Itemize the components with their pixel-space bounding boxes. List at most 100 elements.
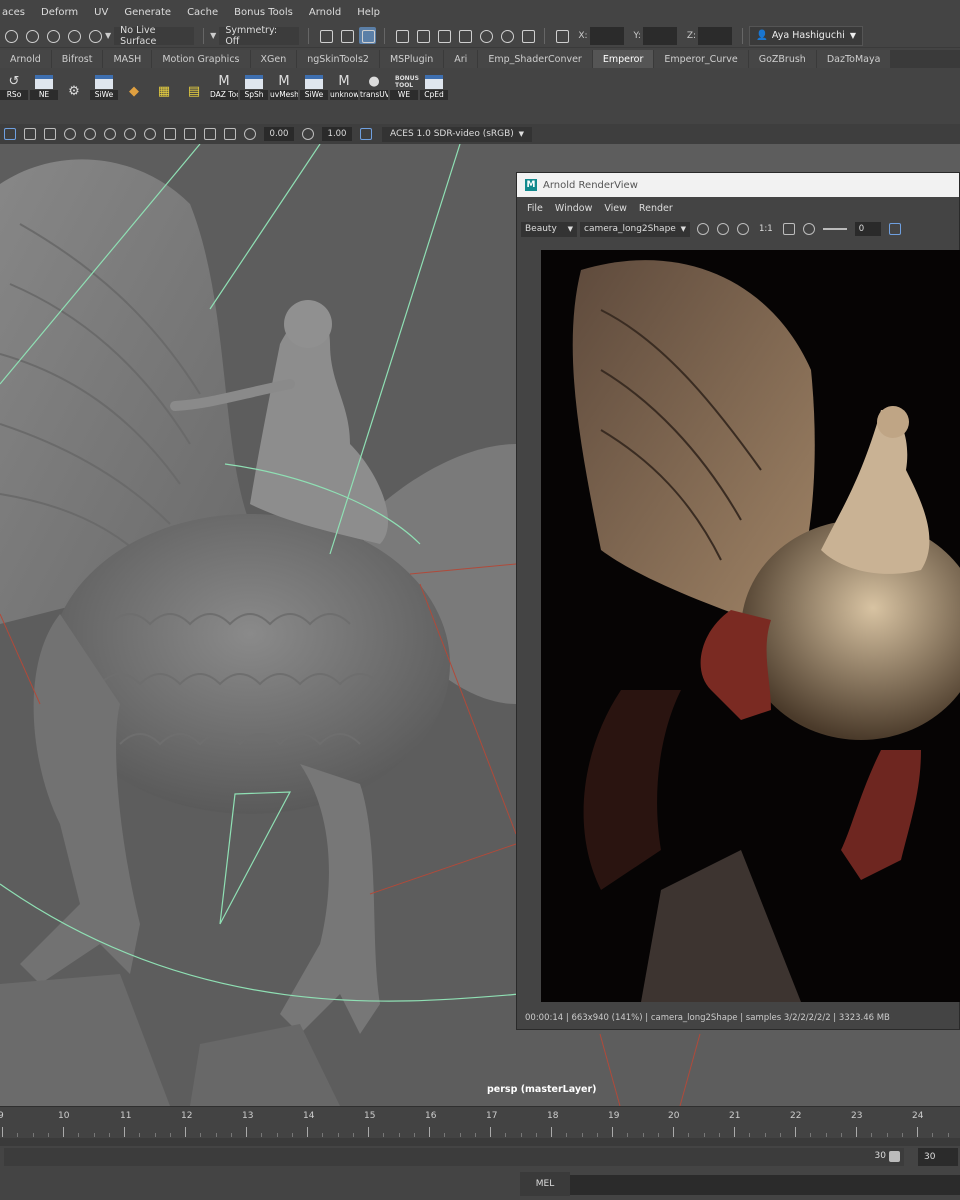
y-field[interactable] <box>642 26 677 45</box>
shelf-button-settings[interactable]: ⚙ <box>60 70 88 100</box>
rv-menu-view[interactable]: View <box>598 203 633 214</box>
rv-menu-window[interactable]: Window <box>549 203 598 214</box>
snap-curve-icon[interactable] <box>44 27 61 44</box>
range-handle[interactable] <box>889 1151 900 1162</box>
shelf-button-uvmesh[interactable]: MuvMesh <box>270 70 298 100</box>
crop-region-icon[interactable] <box>782 223 795 235</box>
tab-emp-shaderconver[interactable]: Emp_ShaderConver <box>478 50 592 68</box>
render-current-icon[interactable] <box>338 27 355 44</box>
shelf-button-bonus-we[interactable]: BONUS TOOL WE <box>390 70 419 100</box>
menu-cache[interactable]: Cache <box>179 7 226 18</box>
ipr-render-icon[interactable] <box>359 27 377 44</box>
gamma-field[interactable]: 1.00 <box>322 127 352 141</box>
x-field[interactable] <box>589 26 624 45</box>
shelf-button-unknown[interactable]: Munknow <box>330 70 358 100</box>
tab-msplugin[interactable]: MSPlugin <box>379 50 444 68</box>
resolution-gate-icon[interactable] <box>224 128 236 140</box>
tab-motion-graphics[interactable]: Motion Graphics <box>152 50 250 68</box>
dropdown-arrow-icon[interactable]: ▼ <box>105 31 111 40</box>
symmetry-dropdown[interactable]: Symmetry: Off <box>219 25 300 47</box>
command-input[interactable] <box>570 1175 960 1195</box>
tab-emperor[interactable]: Emperor <box>592 50 654 68</box>
menu-surfaces[interactable]: aces <box>0 7 33 18</box>
script-language-button[interactable]: MEL <box>520 1172 570 1196</box>
render-start-icon[interactable] <box>697 223 709 235</box>
tab-daztomaya[interactable]: DazToMaya <box>816 50 891 68</box>
aov-dropdown[interactable]: Beauty ▼ <box>521 221 577 237</box>
ratio-button[interactable]: 1:1 <box>759 224 773 234</box>
exposure-icon[interactable] <box>802 223 815 235</box>
render-settings-icon[interactable] <box>456 27 473 44</box>
smooth-shade-icon[interactable] <box>24 128 36 140</box>
shadows-icon[interactable] <box>84 128 96 140</box>
camera-dropdown[interactable]: camera_long2Shape ▼ <box>580 221 690 237</box>
color-space-dropdown[interactable]: ACES 1.0 SDR-video (sRGB) ▼ <box>382 126 532 142</box>
render-region-icon[interactable] <box>317 27 334 44</box>
hypershade-icon[interactable] <box>477 27 494 44</box>
shelf-button-spsh[interactable]: SpSh <box>240 70 268 100</box>
snap-point-icon[interactable] <box>65 27 82 44</box>
isolate-icon[interactable] <box>184 128 196 140</box>
anim-end-field[interactable]: 30 <box>918 1148 958 1166</box>
light-editor-icon[interactable] <box>498 27 515 44</box>
live-surface-field[interactable]: No Live Surface <box>114 25 195 47</box>
shelf-button-uv[interactable]: ▤ <box>180 70 208 100</box>
textured-icon[interactable] <box>44 128 56 140</box>
exposure-icon[interactable] <box>244 128 256 140</box>
tab-ari[interactable]: Ari <box>444 50 478 68</box>
time-slider[interactable]: 9 10 11 12 13 14 15 16 17 18 19 20 21 22… <box>0 1106 960 1138</box>
motion-blur-icon[interactable] <box>124 128 136 140</box>
xray-icon[interactable] <box>204 128 216 140</box>
shelf-button-siwe[interactable]: SiWe <box>90 70 118 100</box>
ipr-icon[interactable] <box>435 27 452 44</box>
wireframe-icon[interactable] <box>4 128 16 140</box>
clapper-icon[interactable] <box>393 27 410 44</box>
exposure-field[interactable]: 0.00 <box>264 127 294 141</box>
exposure-slider[interactable] <box>822 228 847 230</box>
lighting-icon[interactable] <box>64 128 76 140</box>
arnold-renderview-window[interactable]: M Arnold RenderView File Window View Ren… <box>516 172 960 1030</box>
menu-uv[interactable]: UV <box>86 7 116 18</box>
rv-menu-file[interactable]: File <box>521 203 549 214</box>
range-bar[interactable]: 30 <box>4 1148 904 1166</box>
shelf-button-diamond[interactable]: ◆ <box>120 70 148 100</box>
shelf-button-siwe-2[interactable]: SiWe <box>300 70 328 100</box>
gamma-icon[interactable] <box>302 128 314 140</box>
z-field[interactable] <box>698 26 733 45</box>
lasso-icon[interactable] <box>2 27 19 44</box>
user-account-dropdown[interactable]: 👤 Aya Hashiguchi ▼ <box>749 25 864 46</box>
menu-bonus-tools[interactable]: Bonus Tools <box>226 7 301 18</box>
pause-icon[interactable] <box>519 27 536 44</box>
color-management-icon[interactable] <box>360 128 372 140</box>
tab-mash[interactable]: MASH <box>103 50 152 68</box>
clapper-batch-icon[interactable] <box>414 27 431 44</box>
snapshot-icon[interactable] <box>888 223 901 235</box>
tab-ngskintools2[interactable]: ngSkinTools2 <box>297 50 379 68</box>
menu-generate[interactable]: Generate <box>116 7 179 18</box>
symmetry-dropdown-icon[interactable]: ▼ <box>210 31 216 40</box>
tab-xgen[interactable]: XGen <box>250 50 297 68</box>
menu-deform[interactable]: Deform <box>33 7 86 18</box>
select-icon[interactable] <box>164 128 176 140</box>
shelf-button-cped[interactable]: CpEd <box>420 70 448 100</box>
tab-emperor-curve[interactable]: Emperor_Curve <box>654 50 748 68</box>
anti-alias-icon[interactable] <box>144 128 156 140</box>
tab-arnold[interactable]: Arnold <box>0 50 51 68</box>
shelf-button-checker[interactable]: ▦ <box>150 70 178 100</box>
rv-menu-render[interactable]: Render <box>633 203 679 214</box>
soft-select-icon[interactable] <box>23 27 40 44</box>
snap-view-icon[interactable] <box>86 27 103 44</box>
exposure-value[interactable]: 0 <box>854 222 881 236</box>
transform-mode-icon[interactable] <box>553 27 570 44</box>
ambient-occlusion-icon[interactable] <box>104 128 116 140</box>
renderview-titlebar[interactable]: M Arnold RenderView <box>517 173 959 197</box>
tab-bifrost[interactable]: Bifrost <box>51 50 103 68</box>
shelf-button-ne[interactable]: NE <box>30 70 58 100</box>
stop-icon[interactable] <box>717 223 729 235</box>
channel-icon[interactable] <box>737 223 749 235</box>
tab-gozbrush[interactable]: GoZBrush <box>748 50 816 68</box>
menu-arnold[interactable]: Arnold <box>301 7 349 18</box>
shelf-button-transuv[interactable]: ● transUV <box>360 70 388 100</box>
shelf-button-daz[interactable]: M DAZ Toc <box>210 70 238 100</box>
menu-help[interactable]: Help <box>349 7 388 18</box>
